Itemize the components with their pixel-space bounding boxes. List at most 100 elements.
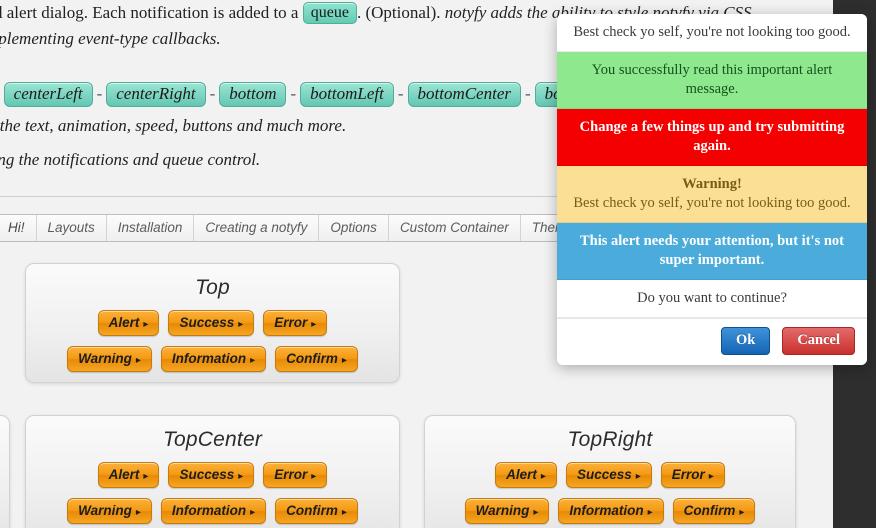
chevron-right-icon: ▸ (250, 355, 256, 366)
tag-separator: - (525, 84, 531, 103)
alert-button-top[interactable]: Alert ▸ (97, 310, 160, 336)
tab-options[interactable]: Options (318, 215, 388, 241)
chevron-right-icon: ▸ (533, 507, 539, 518)
chevron-right-icon: ▸ (135, 507, 141, 518)
notification-confirm[interactable]: Do you want to continue? (557, 280, 867, 318)
layout-tag-bottomcenter[interactable]: bottomCenter (407, 82, 521, 107)
alert-button-label: Alert (506, 467, 537, 482)
chevron-right-icon: ▸ (647, 507, 653, 518)
warning-button-top[interactable]: Warning ▸ (67, 346, 152, 372)
button-row-primary: Alert ▸ Success ▸ Error ▸ (26, 310, 399, 336)
layout-tag-centerleft[interactable]: centerLeft (3, 82, 93, 107)
chevron-right-icon: ▸ (311, 319, 317, 330)
error-button-topcenter[interactable]: Error ▸ (263, 462, 328, 488)
layout-tag-row: -centerLeft-centerRight-bottom-bottomLef… (0, 82, 572, 107)
information-button-top[interactable]: Information ▸ (160, 346, 267, 372)
confirm-button-top[interactable]: Confirm ▸ (275, 346, 358, 372)
layout-tag-bottomleft[interactable]: bottomLeft (300, 82, 394, 107)
chevron-right-icon: ▸ (250, 507, 256, 518)
layout-tag-centerright[interactable]: centerRight (106, 82, 206, 107)
success-button-topcenter[interactable]: Success ▸ (168, 462, 255, 488)
chevron-right-icon: ▸ (238, 471, 244, 482)
tab-bar: Hi! Layouts Installation Creating a noty… (0, 214, 590, 242)
ok-button[interactable]: Ok (720, 327, 771, 355)
tab-hi[interactable]: Hi! (0, 215, 36, 241)
alert-button-label: Alert (108, 315, 140, 330)
warning-button-topright[interactable]: Warning ▸ (464, 498, 550, 524)
confirm-action-bar: Ok Cancel (557, 318, 867, 365)
intro-paragraph-3: e the text, animation, speed, buttons an… (0, 116, 347, 135)
button-row-primary: Alert ▸ Success ▸ Error ▸ (26, 462, 399, 488)
information-button-topright[interactable]: Information ▸ (558, 498, 664, 524)
intro-text-b: . (Optional). (356, 3, 445, 22)
chevron-right-icon: ▸ (708, 471, 714, 482)
chevron-right-icon: ▸ (341, 507, 347, 518)
success-button-topright[interactable]: Success ▸ (565, 462, 652, 488)
demo-panel-top: Top Alert ▸ Success ▸ Error ▸ Warning ▸ Info… (25, 263, 400, 383)
intro-text-a: d alert dialog. Each notification is add… (0, 3, 303, 22)
warning-button-label: Warning (475, 503, 530, 518)
tag-separator: - (209, 84, 216, 103)
error-button-label: Error (274, 315, 308, 330)
horizontal-divider (0, 196, 600, 197)
panel-title-topcenter: TopCenter (162, 428, 263, 451)
intro-paragraph-4: sing the notifications and queue control… (0, 150, 261, 169)
success-button-label: Success (179, 315, 235, 330)
notification-error[interactable]: Change a few things up and try submittin… (557, 109, 867, 166)
panel-title-top: Top (195, 276, 230, 299)
notification-success[interactable]: You successfully read this important ale… (557, 52, 867, 109)
tag-separator: - (290, 84, 297, 103)
button-row-secondary: Warning ▸ Information ▸ Confirm ▸ (26, 346, 399, 372)
chevron-right-icon: ▸ (341, 355, 347, 366)
demo-panel-topright: TopRight Alert ▸ Success ▸ Error ▸ Warning ▸… (424, 415, 796, 528)
chevron-right-icon: ▸ (238, 319, 244, 330)
error-button-label: Error (671, 467, 705, 482)
confirm-button-label: Confirm (683, 503, 736, 518)
warning-button-label: Warning (78, 351, 132, 366)
tag-separator: - (397, 84, 404, 103)
notification-info[interactable]: This alert needs your attention, but it'… (557, 223, 867, 280)
information-button-topcenter[interactable]: Information ▸ (160, 498, 267, 524)
chevron-right-icon: ▸ (739, 507, 745, 518)
button-row-secondary: Warning ▸ Information ▸ Confirm ▸ (425, 498, 795, 524)
tab-installation[interactable]: Installation (105, 215, 194, 241)
error-button-topright[interactable]: Error ▸ (660, 462, 725, 488)
confirm-button-label: Confirm (286, 503, 338, 518)
notification-alert[interactable]: Best check yo self, you're not looking t… (557, 14, 867, 52)
intro-paragraph-2: mplementing event-type callbacks. (0, 29, 221, 48)
cancel-button[interactable]: Cancel (782, 327, 855, 355)
success-button-label: Success (179, 467, 235, 482)
success-button-label: Success (576, 467, 632, 482)
information-button-label: Information (171, 503, 247, 518)
alert-button-topcenter[interactable]: Alert ▸ (97, 462, 160, 488)
notification-warning-text: Best check yo self, you're not looking t… (573, 195, 851, 211)
button-row-primary: Alert ▸ Success ▸ Error ▸ (425, 462, 795, 488)
information-button-label: Information (171, 351, 247, 366)
chevron-right-icon: ▸ (540, 471, 546, 482)
alert-button-topright[interactable]: Alert ▸ (495, 462, 557, 488)
notification-warning-title: Warning! (682, 176, 742, 192)
tab-layouts[interactable]: Layouts (35, 215, 106, 241)
tab-creating-a-notyfy[interactable]: Creating a notyfy (193, 215, 318, 241)
chevron-right-icon: ▸ (135, 355, 141, 366)
confirm-button-topright[interactable]: Confirm ▸ (672, 498, 756, 524)
error-button-label: Error (274, 467, 308, 482)
button-row-secondary: Warning ▸ Information ▸ Confirm ▸ (26, 498, 399, 524)
chevron-right-icon: ▸ (143, 319, 149, 330)
confirm-button-label: Confirm (286, 351, 338, 366)
queue-code-pill[interactable]: queue (302, 2, 357, 24)
layout-tag-bottom[interactable]: bottom (219, 82, 287, 107)
warning-button-label: Warning (78, 503, 132, 518)
success-button-top[interactable]: Success ▸ (168, 310, 255, 336)
error-button-top[interactable]: Error ▸ (263, 310, 328, 336)
confirm-button-topcenter[interactable]: Confirm ▸ (275, 498, 358, 524)
tag-separator: - (96, 84, 103, 103)
tab-custom-container[interactable]: Custom Container (387, 215, 520, 241)
chevron-right-icon: ▸ (143, 471, 149, 482)
demo-panel-clipped-left (0, 415, 10, 528)
notification-warning[interactable]: Warning! Best check yo self, you're not … (557, 166, 867, 223)
chevron-right-icon: ▸ (635, 471, 641, 482)
warning-button-topcenter[interactable]: Warning ▸ (67, 498, 152, 524)
notification-stack: Best check yo self, you're not looking t… (557, 14, 867, 365)
information-button-label: Information (569, 503, 644, 518)
